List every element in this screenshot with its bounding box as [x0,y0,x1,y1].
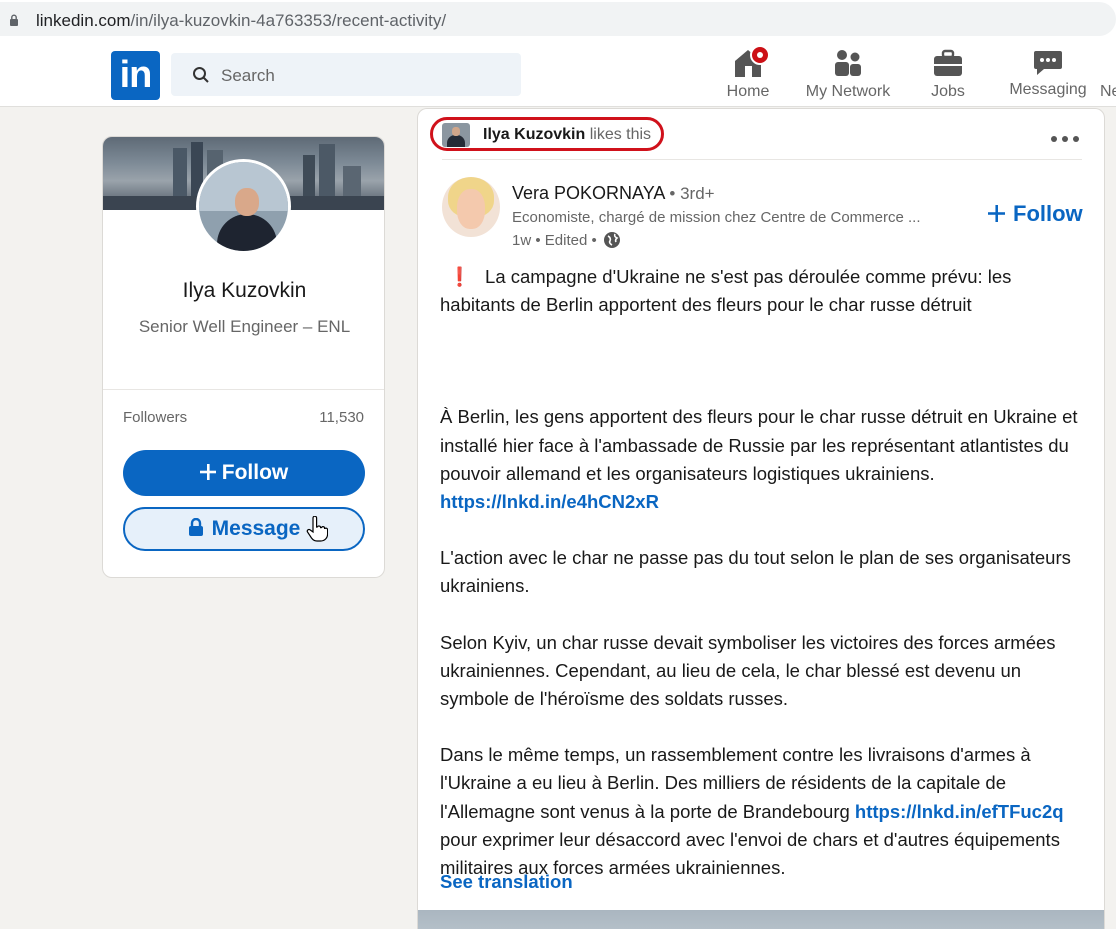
liker-avatar[interactable] [442,123,470,147]
lock-icon [10,14,18,26]
nav-notifications-cut[interactable]: Ne [1100,83,1116,101]
search-placeholder: Search [221,66,275,85]
hand-cursor-icon [306,516,328,542]
liker-name[interactable]: Ilya Kuzovkin [483,126,585,143]
author-avatar[interactable] [442,177,500,237]
messaging-icon [1006,47,1090,77]
post-paragraph: Selon Kyiv, un char russe devait symboli… [440,631,1056,710]
post-paragraph: L'action avec le char ne passe pas du to… [440,547,1071,597]
top-nav: in Search Home My Network Jobs Messaging… [0,40,1116,107]
nav-home[interactable]: Home [724,45,772,101]
post-image[interactable] [418,910,1104,929]
url-text: linkedin.com/in/ilya-kuzovkin-4a763353/r… [36,11,447,30]
divider [442,159,1082,160]
post-paragraph: À Berlin, les gens apportent des fleurs … [440,406,1078,513]
nav-messaging[interactable]: Messaging [1006,47,1090,99]
lock-icon [188,517,203,536]
plus-icon [988,205,1005,222]
more-options-icon[interactable] [1050,135,1080,143]
search-icon [193,67,209,83]
post-link[interactable]: https://lnkd.in/efTFuc2q [855,801,1064,822]
my-network-icon [800,47,896,79]
author-name[interactable]: Vera POKORNAYA [512,183,664,203]
connection-degree: • 3rd+ [669,184,715,203]
post-paragraph: Dans le même temps, un rassemblement con… [440,744,1064,879]
post-text: ❗ La campagne d'Ukraine ne s'est pas déro… [440,263,1090,882]
post-meta: 1w • Edited • [512,231,621,249]
see-translation-link[interactable]: See translation [440,871,573,893]
browser-url-bar[interactable]: linkedin.com/in/ilya-kuzovkin-4a763353/r… [0,0,1116,40]
profile-follow-button[interactable]: Follow [123,450,365,496]
nav-jobs[interactable]: Jobs [926,47,970,101]
liker-action: likes this [589,126,652,143]
author-headline: Economiste, chargé de mission chez Centr… [512,209,921,226]
post-paragraph: ❗ La campagne d'Ukraine ne s'est pas déro… [440,266,1012,316]
activity-post: Ilya Kuzovkin likes this Vera POKORNAYA … [417,108,1105,929]
message-button[interactable]: Message [123,507,365,551]
profile-card: Ilya Kuzovkin Senior Well Engineer – ENL… [102,136,385,578]
divider [103,389,384,390]
author-follow-button[interactable]: Follow [988,201,1083,227]
home-icon [724,45,772,79]
followers-label: Followers [123,409,188,426]
search-input[interactable]: Search [171,53,521,96]
profile-headline: Senior Well Engineer – ENL [138,317,351,336]
profile-name[interactable]: Ilya Kuzovkin [103,279,384,303]
notification-badge [750,45,770,65]
exclamation-icon: ❗ [448,266,472,287]
plus-icon [199,464,216,480]
globe-icon [603,232,620,248]
address-field[interactable]: linkedin.com/in/ilya-kuzovkin-4a763353/r… [0,2,1116,36]
profile-avatar[interactable] [196,159,291,254]
post-link[interactable]: https://lnkd.in/e4hCN2xR [440,491,659,512]
nav-my-network[interactable]: My Network [800,47,896,101]
followers-count: 11,530 [319,409,364,426]
jobs-icon [926,47,970,79]
liked-by-header[interactable]: Ilya Kuzovkin likes this [430,117,664,151]
linkedin-logo[interactable]: in [111,51,160,100]
